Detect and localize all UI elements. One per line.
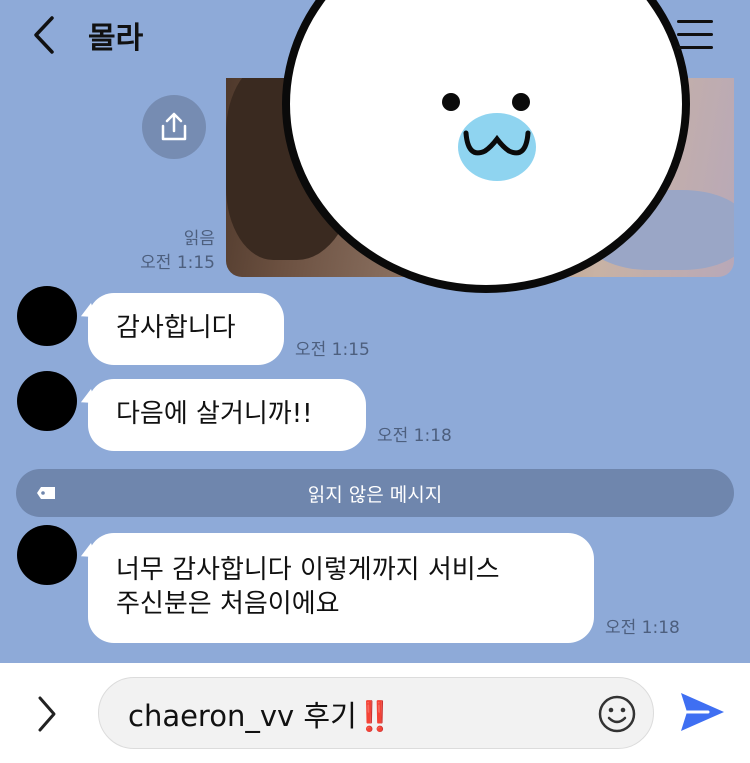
message-timestamp: 오전 1:18 <box>605 618 680 638</box>
share-button[interactable] <box>142 95 206 159</box>
emoji-button[interactable] <box>597 694 637 734</box>
left-eye <box>442 93 460 111</box>
mouth-icon <box>463 130 531 156</box>
menu-line <box>677 33 713 36</box>
message-timestamp: 오전 1:18 <box>377 426 452 446</box>
share-upload-icon <box>161 112 187 141</box>
unread-divider-label: 읽지 않은 메시지 <box>307 483 443 506</box>
sender-avatar[interactable] <box>17 525 77 585</box>
sender-avatar[interactable] <box>17 371 77 431</box>
message-input-value: chaeron_vv 후기‼️ <box>128 693 393 735</box>
input-text: chaeron_vv 후기 <box>128 699 357 733</box>
hamburger-menu-icon <box>677 20 713 23</box>
chat-area: 몰라 읽음 오전 1:15 감사합니다 오전 1:15 다음에 살거니까!! 오… <box>0 0 750 663</box>
send-button[interactable] <box>678 690 726 734</box>
message-bubble[interactable]: 너무 감사합니다 이렇게까지 서비스 주신분은 처음이에요 <box>88 533 594 643</box>
message-bubble[interactable]: 다음에 살거니까!! <box>88 379 366 451</box>
unread-divider: 읽지 않은 메시지 <box>16 469 734 517</box>
message-text-line: 너무 감사합니다 이렇게까지 서비스 <box>116 555 500 585</box>
message-text: 다음에 살거니까!! <box>116 399 313 429</box>
send-icon <box>681 693 724 731</box>
sender-avatar[interactable] <box>17 286 77 346</box>
photo-timestamp: 오전 1:15 <box>140 253 215 273</box>
right-eye <box>512 93 530 111</box>
menu-button[interactable] <box>677 20 713 50</box>
message-timestamp: 오전 1:15 <box>295 340 370 360</box>
chevron-right-icon <box>38 696 56 732</box>
smiley-icon <box>598 695 636 733</box>
double-exclamation-emoji: ‼️ <box>356 699 393 733</box>
chat-title: 몰라 <box>88 21 144 56</box>
message-text-line: 주신분은 처음이에요 <box>116 589 340 619</box>
tag-icon <box>37 487 55 499</box>
chevron-left-icon <box>34 16 54 54</box>
message-text: 감사합니다 <box>116 313 236 343</box>
expand-button[interactable] <box>32 694 60 734</box>
back-button[interactable] <box>28 14 60 56</box>
sticker-mouth <box>458 113 536 181</box>
read-receipt: 읽음 <box>183 229 215 249</box>
message-bubble[interactable]: 감사합니다 <box>88 293 284 365</box>
menu-line <box>677 46 713 49</box>
